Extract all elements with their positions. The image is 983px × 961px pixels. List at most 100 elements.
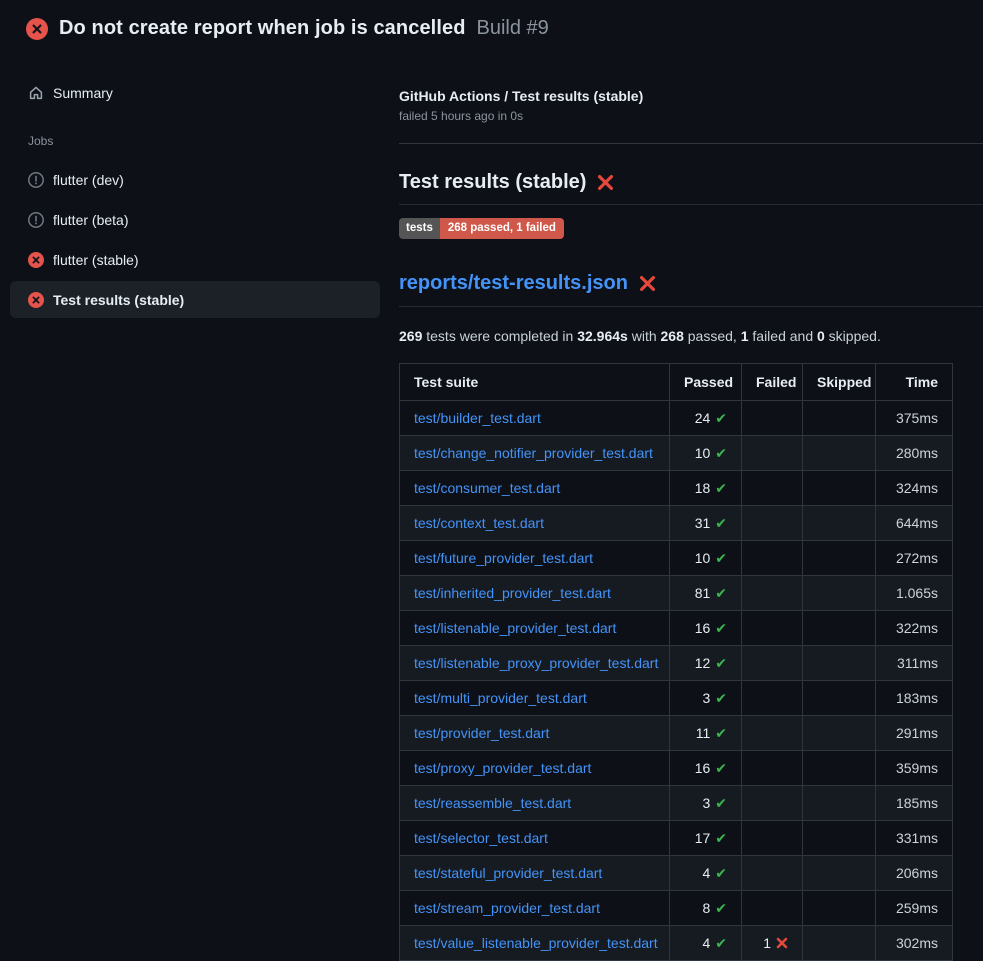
passed-cell: 31✔ xyxy=(670,506,742,541)
results-table: Test suitePassedFailedSkippedTime test/b… xyxy=(399,363,953,961)
main-panel: GitHub Actions / Test results (stable) f… xyxy=(399,57,983,950)
failed-cell xyxy=(742,471,803,506)
suite-cell: test/value_listenable_provider_test.dart xyxy=(400,926,670,961)
passed-cell: 16✔ xyxy=(670,611,742,646)
tests-badge: tests 268 passed, 1 failed xyxy=(399,218,564,239)
time-cell: 1.065s xyxy=(876,576,953,611)
column-header-skipped: Skipped xyxy=(803,364,876,401)
test-summary: 269 tests were completed in 32.964s with… xyxy=(399,327,983,345)
check-icon: ✔ xyxy=(715,656,727,672)
passed-count: 4 xyxy=(702,865,710,881)
suite-link[interactable]: test/future_provider_test.dart xyxy=(414,550,593,566)
time-cell: 183ms xyxy=(876,681,953,716)
suite-cell: test/proxy_provider_test.dart xyxy=(400,751,670,786)
sidebar-item-label: Summary xyxy=(53,85,113,101)
suite-link[interactable]: test/stateful_provider_test.dart xyxy=(414,865,602,881)
passed-count: 3 xyxy=(702,795,710,811)
passed-cell: 8✔ xyxy=(670,891,742,926)
sidebar-item-job-3[interactable]: Test results (stable) xyxy=(10,281,380,318)
suite-link[interactable]: test/change_notifier_provider_test.dart xyxy=(414,445,653,461)
failed-cell xyxy=(742,506,803,541)
skipped-cell xyxy=(803,681,876,716)
failed-cell xyxy=(742,681,803,716)
passed-count: 31 xyxy=(695,515,711,531)
time-cell: 280ms xyxy=(876,436,953,471)
passed-count: 8 xyxy=(702,900,710,916)
skipped-cell xyxy=(803,891,876,926)
failed-x-icon xyxy=(638,274,657,293)
failed-cell xyxy=(742,786,803,821)
passed-cell: 17✔ xyxy=(670,821,742,856)
column-header-test-suite: Test suite xyxy=(400,364,670,401)
sidebar-item-job-1[interactable]: flutter (beta) xyxy=(10,201,380,238)
time-cell: 359ms xyxy=(876,751,953,786)
x-circle-icon xyxy=(26,18,48,40)
check-icon: ✔ xyxy=(715,866,727,882)
suite-link[interactable]: test/consumer_test.dart xyxy=(414,480,560,496)
run-title: Do not create report when job is cancell… xyxy=(59,17,466,40)
table-row: test/change_notifier_provider_test.dart 1… xyxy=(400,436,953,471)
table-body: test/builder_test.dart24✔375mstest/chang… xyxy=(400,401,953,961)
suite-link[interactable]: test/value_listenable_provider_test.dart xyxy=(414,935,658,951)
sidebar-item-job-2[interactable]: flutter (stable) xyxy=(10,241,380,278)
check-icon: ✔ xyxy=(715,481,727,497)
sidebar-item-summary[interactable]: Summary xyxy=(10,75,380,111)
suite-cell: test/listenable_provider_test.dart xyxy=(400,611,670,646)
suite-link[interactable]: test/proxy_provider_test.dart xyxy=(414,760,591,776)
suite-link[interactable]: test/context_test.dart xyxy=(414,515,544,531)
suite-link[interactable]: test/builder_test.dart xyxy=(414,410,541,426)
x-circle-icon xyxy=(28,252,44,268)
suite-cell: test/consumer_test.dart xyxy=(400,471,670,506)
skipped-cell xyxy=(803,786,876,821)
failed-cell xyxy=(742,751,803,786)
table-row: test/reassemble_test.dart 3✔ 185ms xyxy=(400,786,953,821)
passed-cell: 10✔ xyxy=(670,541,742,576)
alert-circle-icon xyxy=(28,212,44,228)
suite-link[interactable]: test/selector_test.dart xyxy=(414,830,548,846)
passed-cell: 3✔ xyxy=(670,681,742,716)
run-header: Do not create report when job is cancell… xyxy=(0,0,983,57)
suite-link[interactable]: test/listenable_provider_test.dart xyxy=(414,620,616,636)
suite-cell: test/change_notifier_provider_test.dart xyxy=(400,436,670,471)
passed-count: 81 xyxy=(695,585,711,601)
passed-cell: 10✔ xyxy=(670,436,742,471)
alert-circle-icon xyxy=(28,172,44,188)
sidebar-item-label: Test results (stable) xyxy=(53,292,184,308)
suite-link[interactable]: test/multi_provider_test.dart xyxy=(414,690,587,706)
passed-count: 3 xyxy=(702,690,710,706)
check-icon: ✔ xyxy=(715,901,727,917)
table-row: test/stateful_provider_test.dart4✔206ms xyxy=(400,856,953,891)
passed-cell: 24✔ xyxy=(670,401,742,436)
breadcrumb: GitHub Actions / Test results (stable) xyxy=(399,87,983,105)
report-link[interactable]: reports/test-results.json xyxy=(399,269,628,297)
table-row: test/builder_test.dart24✔375ms xyxy=(400,401,953,436)
table-row: test/future_provider_test.dart10✔272ms xyxy=(400,541,953,576)
suite-cell: test/context_test.dart xyxy=(400,506,670,541)
sidebar-item-job-0[interactable]: flutter (dev) xyxy=(10,161,380,198)
suite-link[interactable]: test/provider_test.dart xyxy=(414,725,549,741)
time-cell: 259ms xyxy=(876,891,953,926)
x-icon xyxy=(776,936,788,952)
passed-count: 17 xyxy=(695,830,711,846)
passed-count: 11 xyxy=(696,725,711,741)
passed-cell: 81✔ xyxy=(670,576,742,611)
passed-cell: 3✔ xyxy=(670,786,742,821)
suite-link[interactable]: test/stream_provider_test.dart xyxy=(414,900,600,916)
suite-link[interactable]: test/listenable_proxy_provider_test.dart xyxy=(414,655,658,671)
suite-link[interactable]: test/inherited_provider_test.dart xyxy=(414,585,611,601)
passed-count: 24 xyxy=(695,410,711,426)
table-row: test/listenable_proxy_provider_test.dart… xyxy=(400,646,953,681)
passed-cell: 18✔ xyxy=(670,471,742,506)
failed-cell xyxy=(742,576,803,611)
failed-cell xyxy=(742,401,803,436)
skipped-cell xyxy=(803,576,876,611)
section-title-row: Test results (stable) xyxy=(399,168,983,205)
suite-cell: test/stateful_provider_test.dart xyxy=(400,856,670,891)
skipped-cell xyxy=(803,436,876,471)
passed-cell: 4✔ xyxy=(670,926,742,961)
suite-link[interactable]: test/reassemble_test.dart xyxy=(414,795,571,811)
time-cell: 185ms xyxy=(876,786,953,821)
check-icon: ✔ xyxy=(715,621,727,637)
passed-count: 10 xyxy=(695,445,711,461)
badge-label: tests xyxy=(399,218,440,239)
